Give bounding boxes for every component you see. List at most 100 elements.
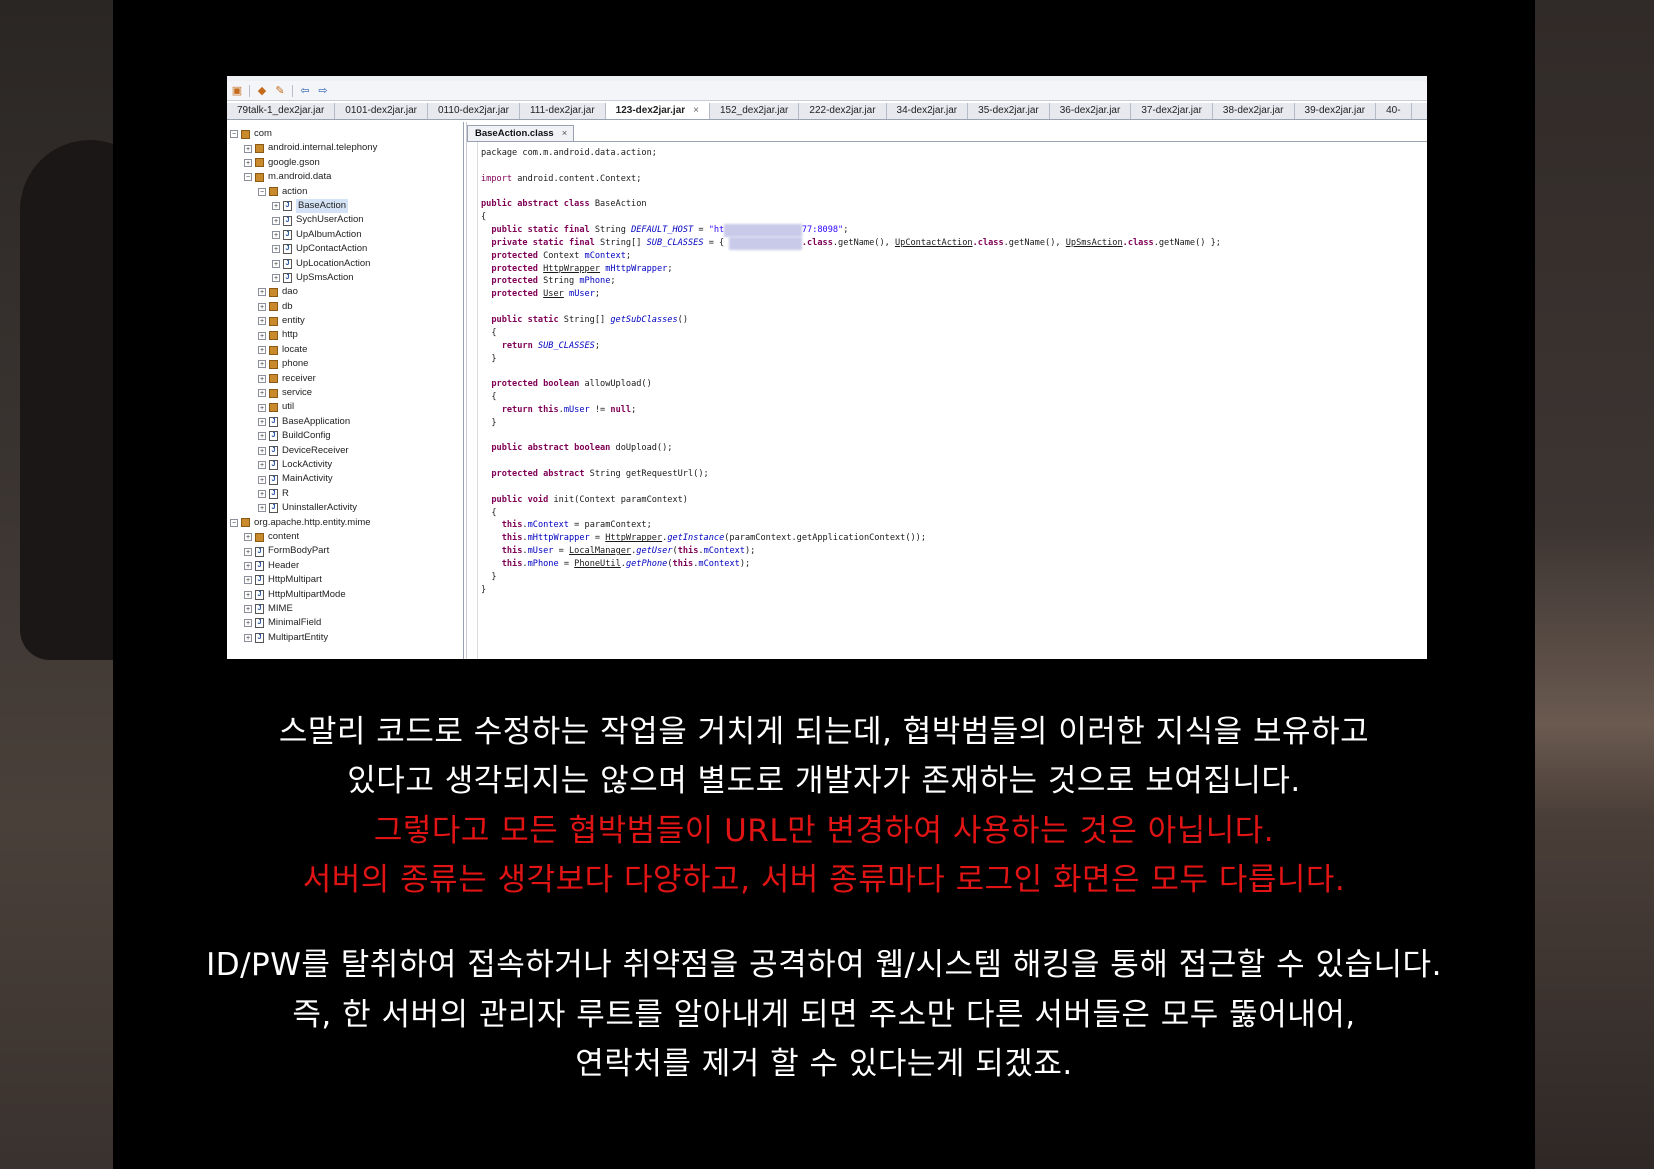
tab-label: 152_dex2jar.jar bbox=[720, 105, 789, 116]
expand-toggle-icon[interactable]: + bbox=[244, 605, 252, 614]
expand-toggle-icon[interactable]: + bbox=[272, 230, 280, 239]
tab-jar-13[interactable]: 40- bbox=[1376, 103, 1412, 119]
tree-node[interactable]: + J BuildConfig bbox=[230, 429, 377, 443]
tab-jar-7[interactable]: 34-dex2jar.jar bbox=[887, 103, 969, 119]
tree-node[interactable]: + J MIME bbox=[230, 602, 377, 616]
open-file-icon[interactable]: ▣ bbox=[231, 85, 243, 97]
tree-node[interactable]: + entity bbox=[230, 314, 377, 328]
tree-node[interactable]: − action bbox=[230, 185, 377, 199]
expand-toggle-icon[interactable]: + bbox=[258, 489, 266, 498]
tree-node[interactable]: + J BaseAction bbox=[230, 198, 377, 214]
expand-toggle-icon[interactable]: + bbox=[258, 288, 266, 297]
tree-node[interactable]: + http bbox=[230, 328, 377, 342]
tree-node[interactable]: + J HttpMultipart bbox=[230, 573, 377, 587]
expand-toggle-icon[interactable]: + bbox=[258, 302, 266, 311]
tree-node[interactable]: + dao bbox=[230, 285, 377, 299]
tree-node[interactable]: + J MainActivity bbox=[230, 472, 377, 486]
caption-line-2: 있다고 생각되지는 않으며 별도로 개발자가 존재하는 것으로 보여집니다. bbox=[347, 763, 1301, 799]
tree-node[interactable]: + J R bbox=[230, 487, 377, 501]
expand-toggle-icon[interactable]: − bbox=[244, 173, 252, 182]
tab-jar-4[interactable]: 123-dex2jar.jar × bbox=[605, 103, 710, 119]
expand-toggle-icon[interactable]: + bbox=[258, 374, 266, 383]
close-icon[interactable]: × bbox=[693, 105, 699, 116]
tree-node[interactable]: − m.android.data bbox=[230, 170, 377, 184]
tree-node[interactable]: + J Header bbox=[230, 559, 377, 573]
expand-toggle-icon[interactable]: + bbox=[244, 619, 252, 628]
expand-toggle-icon[interactable]: + bbox=[258, 331, 266, 340]
tree-node[interactable]: + J LockActivity bbox=[230, 458, 377, 472]
tree-node[interactable]: + J MinimalField bbox=[230, 616, 377, 630]
edit-icon[interactable]: ✎ bbox=[274, 85, 286, 97]
expand-toggle-icon[interactable]: + bbox=[244, 533, 252, 542]
code-line: package com.m.android.data.action; bbox=[481, 147, 1221, 160]
tab-jar-2[interactable]: 0110-dex2jar.jar bbox=[428, 103, 520, 119]
expand-toggle-icon[interactable]: + bbox=[244, 158, 252, 167]
tree-node[interactable]: + J UninstallerActivity bbox=[230, 501, 377, 515]
tree-node[interactable]: + service bbox=[230, 386, 377, 400]
tab-jar-8[interactable]: 35-dex2jar.jar bbox=[968, 103, 1050, 119]
expand-toggle-icon[interactable]: − bbox=[230, 518, 238, 527]
expand-toggle-icon[interactable]: − bbox=[258, 187, 266, 196]
tree-node[interactable]: − org.apache.http.entity.mime bbox=[230, 516, 377, 530]
code-token: protected bbox=[491, 250, 538, 261]
expand-toggle-icon[interactable]: + bbox=[244, 561, 252, 570]
tab-jar-11[interactable]: 38-dex2jar.jar bbox=[1213, 103, 1295, 119]
expand-toggle-icon[interactable]: + bbox=[258, 403, 266, 412]
tree-node[interactable]: + J MultipartEntity bbox=[230, 631, 377, 645]
expand-toggle-icon[interactable]: + bbox=[258, 461, 266, 470]
tree-node[interactable]: + J UpSmsAction bbox=[230, 271, 377, 285]
close-icon[interactable]: × bbox=[562, 128, 568, 139]
tree-node[interactable]: + J UpLocationAction bbox=[230, 257, 377, 271]
code-token: { bbox=[481, 507, 497, 518]
expand-toggle-icon[interactable]: + bbox=[258, 475, 266, 484]
expand-toggle-icon[interactable]: + bbox=[258, 360, 266, 369]
expand-toggle-icon[interactable]: + bbox=[258, 418, 266, 426]
save-icon[interactable]: ◆ bbox=[256, 85, 268, 97]
expand-toggle-icon[interactable]: + bbox=[272, 202, 280, 211]
expand-toggle-icon[interactable]: + bbox=[244, 547, 252, 556]
expand-toggle-icon[interactable]: + bbox=[272, 245, 280, 254]
expand-toggle-icon[interactable]: + bbox=[244, 633, 252, 642]
expand-toggle-icon[interactable]: + bbox=[258, 504, 266, 513]
tree-node[interactable]: + J FormBodyPart bbox=[230, 544, 377, 558]
expand-toggle-icon[interactable]: + bbox=[258, 389, 266, 398]
tree-node[interactable]: + db bbox=[230, 300, 377, 314]
tab-jar-5[interactable]: 152_dex2jar.jar bbox=[710, 103, 800, 119]
expand-toggle-icon[interactable]: + bbox=[272, 216, 280, 225]
expand-toggle-icon[interactable]: − bbox=[230, 130, 238, 139]
tree-node[interactable]: + google.gson bbox=[230, 156, 377, 170]
tree-node[interactable]: + content bbox=[230, 530, 377, 544]
tree-node[interactable]: + J DeviceReceiver bbox=[230, 444, 377, 458]
tree-node[interactable]: + J BaseApplication bbox=[230, 415, 377, 429]
expand-toggle-icon[interactable]: + bbox=[272, 259, 280, 268]
tab-jar-1[interactable]: 0101-dex2jar.jar bbox=[335, 103, 428, 119]
tab-jar-9[interactable]: 36-dex2jar.jar bbox=[1050, 103, 1132, 119]
tab-label: 39-dex2jar.jar bbox=[1304, 105, 1366, 116]
tree-node[interactable]: + android.internal.telephony bbox=[230, 141, 377, 155]
tab-jar-3[interactable]: 111-dex2jar.jar bbox=[520, 103, 606, 119]
tree-node[interactable]: − com bbox=[230, 127, 377, 141]
expand-toggle-icon[interactable]: + bbox=[258, 432, 266, 441]
tree-node[interactable]: + locate bbox=[230, 343, 377, 357]
expand-toggle-icon[interactable]: + bbox=[244, 144, 252, 153]
tree-node[interactable]: + util bbox=[230, 400, 377, 414]
tree-node[interactable]: + J SychUserAction bbox=[230, 213, 377, 227]
tree-node[interactable]: + J HttpMultipartMode bbox=[230, 588, 377, 602]
tree-node[interactable]: + phone bbox=[230, 357, 377, 371]
editor-tab-baseaction[interactable]: BaseAction.class × bbox=[467, 125, 575, 141]
tab-jar-6[interactable]: 222-dex2jar.jar bbox=[799, 103, 887, 119]
expand-toggle-icon[interactable]: + bbox=[244, 590, 252, 599]
forward-icon[interactable]: ⇨ bbox=[317, 85, 329, 97]
tree-node[interactable]: + receiver bbox=[230, 372, 377, 386]
expand-toggle-icon[interactable]: + bbox=[272, 274, 280, 283]
tab-jar-10[interactable]: 37-dex2jar.jar bbox=[1131, 103, 1213, 119]
tree-node[interactable]: + J UpAlbumAction bbox=[230, 228, 377, 242]
tree-node[interactable]: + J UpContactAction bbox=[230, 242, 377, 256]
back-icon[interactable]: ⇦ bbox=[299, 85, 311, 97]
tab-jar-0[interactable]: 79talk-1_dex2jar.jar bbox=[227, 103, 336, 119]
expand-toggle-icon[interactable]: + bbox=[258, 317, 266, 326]
expand-toggle-icon[interactable]: + bbox=[258, 446, 266, 455]
tab-jar-12[interactable]: 39-dex2jar.jar bbox=[1295, 103, 1377, 119]
expand-toggle-icon[interactable]: + bbox=[258, 346, 266, 355]
expand-toggle-icon[interactable]: + bbox=[244, 576, 252, 585]
